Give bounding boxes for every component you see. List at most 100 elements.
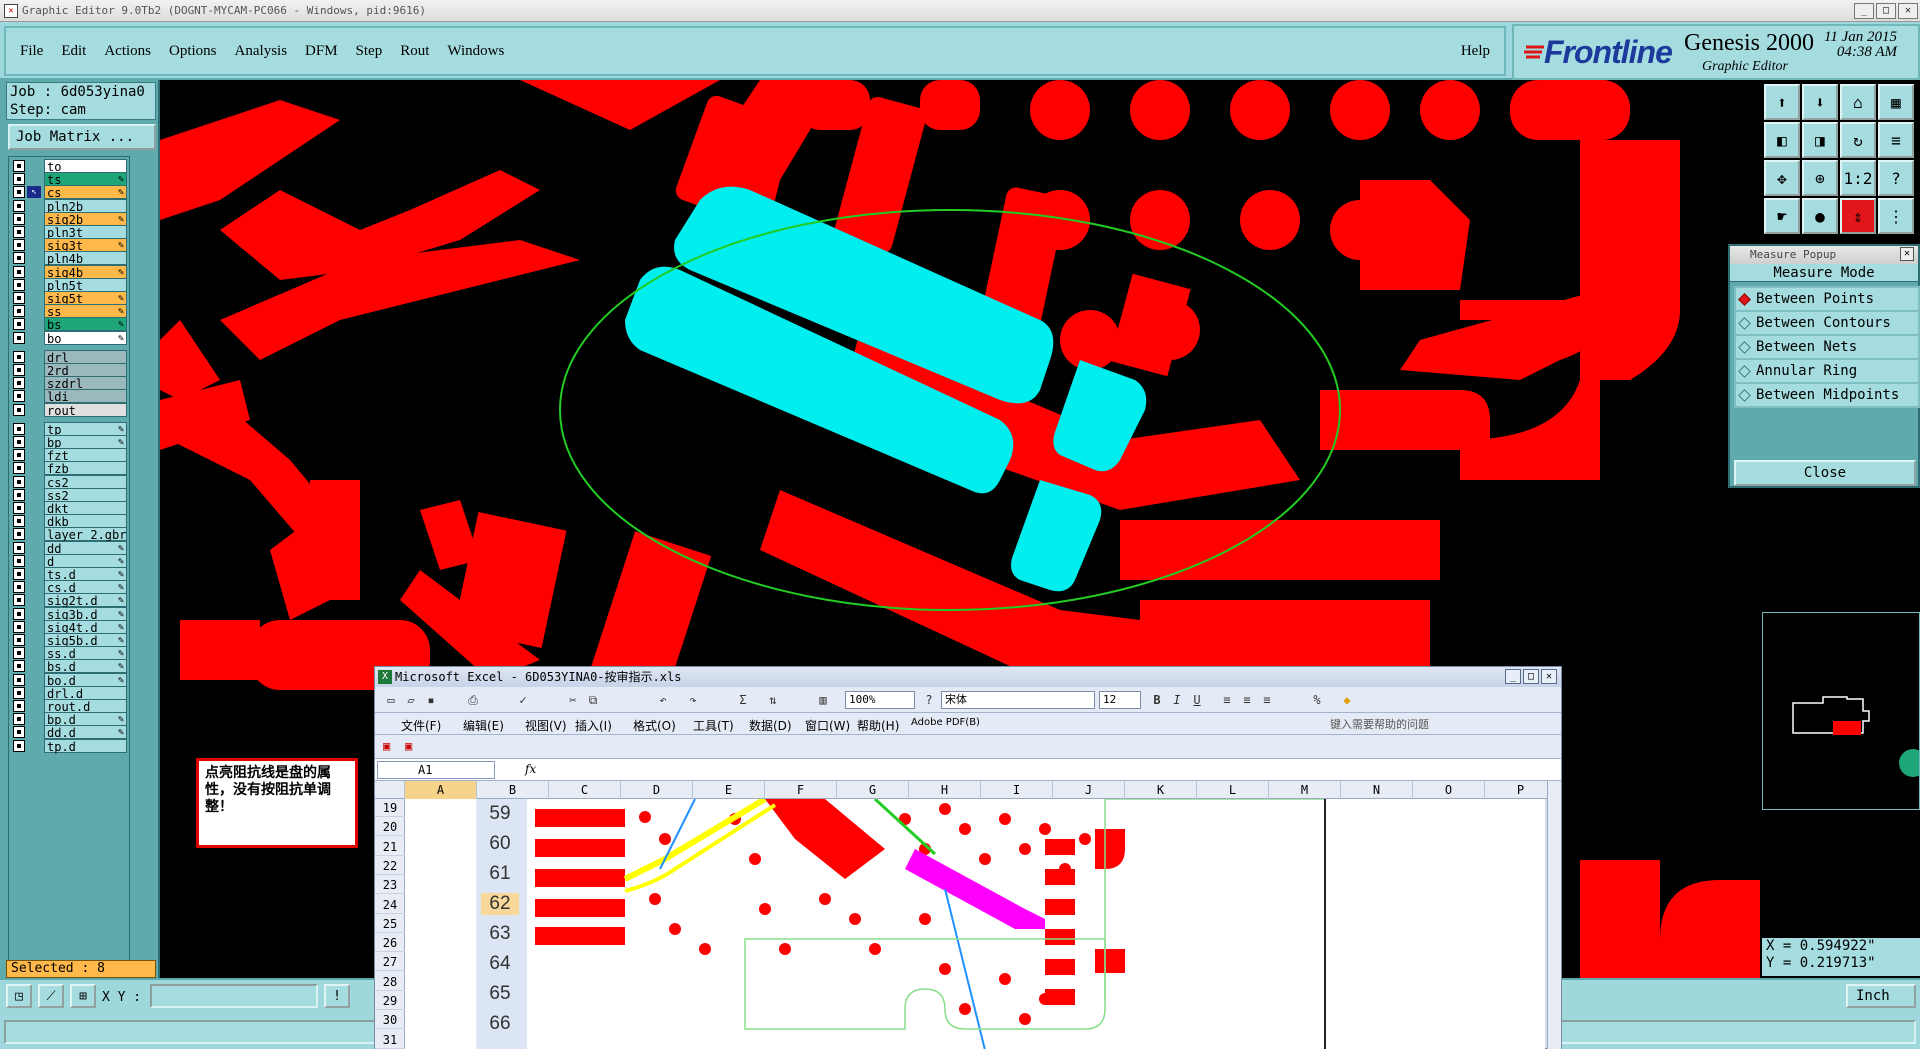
layer-row[interactable]: ss.d ✎ [11,646,127,661]
layer-name[interactable]: sig3b.d ✎ [44,606,127,622]
column-header[interactable]: G [837,781,909,799]
layer-name[interactable]: bp ✎ [44,435,127,450]
row-header[interactable]: 29 [375,992,405,1010]
fill-color-icon[interactable]: ◆ [1339,692,1355,708]
layer-checkbox[interactable] [13,673,25,686]
layer-row[interactable]: cs2 [11,474,127,490]
layer-row[interactable]: rout [11,402,127,418]
excel-minimize-icon[interactable]: _ [1505,669,1521,684]
layer-checkbox[interactable] [13,305,25,318]
excel-menu-item[interactable]: 工具(T) [693,717,734,734]
layer-row[interactable]: sig3t ✎ [11,238,127,253]
layer-checkbox[interactable] [13,252,25,265]
layer-row[interactable]: pln2b [11,198,127,214]
pdf-icon[interactable]: ▣ [383,739,390,753]
font-select[interactable]: 宋体 [941,691,1095,709]
layer-row[interactable]: bp.d ✎ [11,712,127,727]
column-header[interactable]: J [1053,781,1125,799]
net-icon[interactable]: ⋮ [1878,198,1914,234]
layer-checkbox[interactable] [13,160,25,172]
maximize-icon[interactable]: □ [1876,2,1896,19]
layer-name[interactable]: dd.d ✎ [44,725,127,740]
layer-row[interactable]: dd ✎ [11,540,127,556]
layer-checkbox[interactable] [13,436,25,448]
excel-menu-item[interactable]: 视图(V) [525,717,567,734]
layer-checkbox[interactable] [13,449,25,462]
layer-checkbox[interactable] [13,686,25,699]
menu-analysis[interactable]: Analysis [235,43,288,60]
layer-row[interactable]: cs.d ✎ [11,580,127,595]
row-header[interactable]: 31 [375,1031,405,1049]
column-header[interactable]: H [909,781,981,799]
column-header[interactable]: L [1197,781,1269,799]
layer-name[interactable]: ts ✎ [44,172,127,187]
menu-dfm[interactable]: DFM [305,43,338,60]
layer-checkbox[interactable] [13,541,25,554]
layer-checkbox[interactable] [13,318,25,331]
italic-icon[interactable]: I [1169,692,1185,708]
layer-checkbox[interactable] [13,528,25,541]
grid-tool-icon[interactable]: ⊞ [70,984,96,1008]
layer-row[interactable]: to [11,159,127,174]
print-icon[interactable]: ⎙ [465,692,481,708]
layer-row[interactable]: layer_2.gbr [11,527,127,542]
layer-checkbox[interactable] [13,462,25,475]
layer-name[interactable]: ss2 [44,487,127,503]
sum-icon[interactable]: Σ [735,692,751,708]
layer-name[interactable]: tp.d [44,738,127,754]
layer-row[interactable]: d ✎ [11,553,127,569]
layer-name[interactable]: pln2b [44,198,127,214]
excel-close-icon[interactable]: ✕ [1541,669,1557,684]
layer-name[interactable]: pln3t [44,225,127,240]
row-header[interactable]: 19 [375,799,405,817]
pan-left-icon[interactable]: ◧ [1764,122,1800,158]
layer-name[interactable]: rout [44,402,127,418]
minimize-icon[interactable]: _ [1854,2,1874,19]
excel-menu-item[interactable]: 帮助(H) [857,717,899,734]
layer-checkbox[interactable] [13,239,25,252]
layer-name[interactable]: cs ✎ [44,185,127,200]
chart-icon[interactable]: ▥ [815,692,831,708]
excel-menu-item[interactable]: 格式(O) [633,717,676,734]
excel-menu-item[interactable]: Adobe PDF(B) [911,717,980,728]
percent-icon[interactable]: % [1309,692,1325,708]
layer-name[interactable]: tp ✎ [44,421,127,437]
fx-icon[interactable]: fx [525,762,536,776]
layer-checkbox[interactable] [13,594,25,607]
sort-icon[interactable]: ⇅ [765,692,781,708]
close-icon[interactable]: ✕ [1898,2,1918,19]
layer-checkbox[interactable] [13,173,25,186]
layer-checkbox[interactable] [13,422,25,435]
layer-checkbox[interactable] [13,226,25,238]
menu-edit[interactable]: Edit [61,43,86,60]
layer-row[interactable]: tp.d [11,738,127,754]
layer-row[interactable]: bs ✎ [11,317,127,332]
layer-checkbox[interactable] [13,350,25,363]
menu-rout[interactable]: Rout [400,43,429,60]
excel-menu-item[interactable]: 编辑(E) [463,717,504,734]
layer-row[interactable]: dkb [11,514,127,529]
job-matrix-button[interactable]: Job Matrix ... [8,124,156,150]
scale-icon[interactable]: 1:2 [1840,160,1876,196]
excel-menu-item[interactable]: 窗口(W) [805,717,850,734]
layer-row[interactable]: pln4b [11,251,127,266]
help-question-box[interactable]: 键入需要帮助的问题 [1330,716,1510,732]
center-icon[interactable]: ⊕ [1802,160,1838,196]
layer-checkbox[interactable] [13,700,25,712]
sheet-grid[interactable]: 59 60 61 62 63 64 65 66 [405,796,1545,1049]
measure-option-between-nets[interactable]: Between Nets [1734,334,1920,360]
layer-checkbox[interactable] [13,581,25,594]
layer-row[interactable]: sig4t.d ✎ [11,619,127,635]
name-box[interactable]: A1 [377,761,495,779]
pdf-email-icon[interactable]: ▣ [405,739,412,753]
layer-row[interactable]: drl.d [11,685,127,701]
probe-icon[interactable]: ● [1802,198,1838,234]
layer-row[interactable]: drl [11,349,127,365]
layer-name[interactable]: bs ✎ [44,317,127,332]
layer-row[interactable]: bs.d ✎ [11,659,127,674]
mini-map[interactable] [1762,612,1920,810]
layer-name[interactable]: bs.d ✎ [44,659,127,674]
row-header[interactable]: 23 [375,876,405,895]
layer-checkbox[interactable] [13,292,25,304]
layer-name[interactable]: ldi [44,389,127,404]
